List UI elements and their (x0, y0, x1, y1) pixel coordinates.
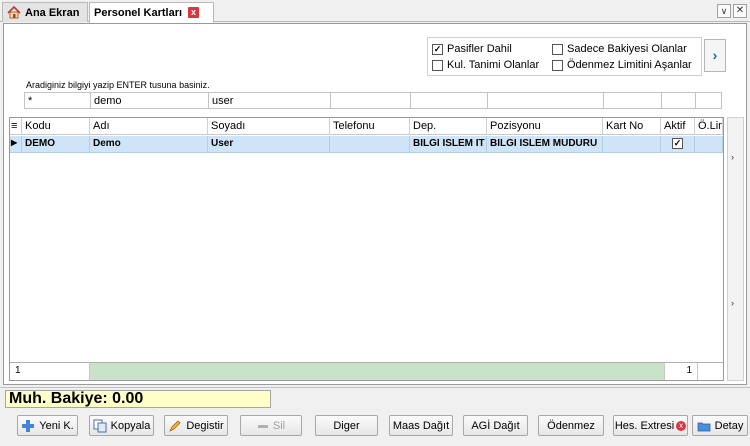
checkbox[interactable] (552, 43, 563, 55)
cell-kodu[interactable]: DEMO (22, 136, 90, 153)
cell-kart-no[interactable] (603, 136, 661, 153)
table-row[interactable]: ▶ DEMO Demo User BILGI ISLEM IT BILGI IS… (10, 136, 723, 153)
filter-kodu[interactable]: * (24, 92, 90, 109)
button-label: Degistir (186, 419, 224, 432)
button-label: Diger (333, 419, 360, 432)
column-header-pozisyonu[interactable]: Pozisyonu (487, 118, 603, 135)
button-label: Yeni K. (39, 419, 74, 432)
filter-soyadi[interactable]: user (208, 92, 330, 109)
tab-label: Ana Ekran (25, 6, 80, 19)
cell-olim[interactable] (695, 136, 723, 153)
checkbox[interactable]: ✓ (672, 138, 683, 149)
cell-soyadi[interactable]: User (208, 136, 330, 153)
button-label: AGİ Dağıt (471, 419, 520, 432)
checkbox-label: Sadece Bakiyesi Olanlar (567, 43, 687, 55)
checkbox[interactable] (432, 59, 443, 71)
cell-adi[interactable]: Demo (90, 136, 208, 153)
checkbox-label: Kul. Tanimi Olanlar (447, 59, 540, 71)
filter-row: * demo user (24, 92, 722, 109)
options-box: ✓ Pasifler Dahil Sadece Bakiyesi Olanlar… (427, 37, 702, 76)
vertical-scrollbar[interactable]: › › (727, 117, 744, 381)
button-label: Ödenmez (547, 419, 595, 432)
column-header-soyadi[interactable]: Soyadı (208, 118, 330, 135)
filter-dep[interactable] (410, 92, 487, 109)
filter-aktif[interactable] (661, 92, 695, 109)
filter-kart-no[interactable] (603, 92, 661, 109)
column-header-dep[interactable]: Dep. (410, 118, 487, 135)
footer-summary-bar (90, 363, 665, 380)
button-label: Kopyala (110, 419, 151, 432)
folder-icon (697, 419, 711, 433)
agi-distribute-button[interactable]: AGİ Dağıt (463, 415, 528, 436)
checkbox-sadece-bakiyesi[interactable]: Sadece Bakiyesi Olanlar (552, 43, 687, 55)
plus-icon (21, 419, 35, 433)
checkbox[interactable]: ✓ (432, 43, 443, 55)
column-header-adi[interactable]: Adı (90, 118, 208, 135)
button-label: Detay (714, 419, 744, 432)
filter-telefonu[interactable] (330, 92, 410, 109)
grid-footer: 1 1 (10, 362, 723, 380)
footer-count-right: 1 (665, 363, 698, 380)
copy-icon (93, 419, 107, 433)
column-menu-icon[interactable]: ≡ (10, 118, 22, 135)
minus-icon (257, 419, 269, 433)
checkbox-odenmez-limit[interactable]: Ödenmez Limitini Aşanlar (552, 59, 692, 71)
cell-aktif[interactable]: ✓ (661, 136, 695, 153)
tab-ana-ekran[interactable]: Ana Ekran (2, 2, 88, 22)
column-header-olim[interactable]: Ö.Lim (695, 118, 723, 135)
footer-count: 1 (10, 363, 90, 380)
column-header-kodu[interactable]: Kodu (22, 118, 90, 135)
cell-dep[interactable]: BILGI ISLEM IT (410, 136, 487, 153)
grid-header: ≡ Kodu Adı Soyadı Telefonu Dep. Pozisyon… (10, 118, 723, 135)
chevron-down-icon[interactable]: ∨ (717, 4, 731, 18)
column-header-telefonu[interactable]: Telefonu (330, 118, 410, 135)
column-header-kart-no[interactable]: Kart No (603, 118, 661, 135)
unpaid-button[interactable]: Ödenmez (538, 415, 604, 436)
button-label: Maas Dağıt (392, 419, 450, 432)
copy-button[interactable]: Kopyala (89, 415, 154, 436)
divider (0, 387, 750, 388)
close-icon[interactable]: x (188, 7, 200, 18)
chevron-right-icon[interactable]: › (731, 152, 734, 162)
button-label: Hes. Extresi (614, 419, 675, 432)
column-header-aktif[interactable]: Aktif (661, 118, 695, 135)
balance-display: Muh. Bakiye: 0.00 (5, 390, 271, 408)
tab-label: Personel Kartları (94, 6, 183, 19)
edit-button[interactable]: Degistir (164, 415, 228, 436)
delete-button[interactable]: Sil (240, 415, 302, 436)
salary-distribute-button[interactable]: Maas Dağıt (389, 415, 453, 436)
checkbox[interactable] (552, 59, 563, 71)
row-indicator-icon: ▶ (10, 136, 22, 153)
close-icon[interactable]: ✕ (733, 4, 747, 18)
cell-telefonu[interactable] (330, 136, 410, 153)
checkbox-kul-tanimi[interactable]: Kul. Tanimi Olanlar (432, 59, 539, 71)
checkbox-label: Ödenmez Limitini Aşanlar (567, 59, 692, 71)
cell-pozisyonu[interactable]: BILGI ISLEM MUDURU (487, 136, 603, 153)
chevron-right-icon[interactable]: › (704, 39, 726, 72)
tab-bar: Ana Ekran Personel Kartları x ∨ ✕ (0, 0, 750, 23)
filter-pozisyonu[interactable] (487, 92, 603, 109)
home-icon (7, 5, 21, 19)
checkbox-label: Pasifler Dahil (447, 43, 512, 55)
new-button[interactable]: Yeni K. (17, 415, 78, 436)
filter-olim[interactable] (695, 92, 722, 109)
close-icon: x (676, 420, 687, 431)
edit-icon (168, 419, 182, 433)
filter-adi[interactable]: demo (90, 92, 208, 109)
button-label: Sil (272, 419, 286, 432)
personnel-grid: ≡ Kodu Adı Soyadı Telefonu Dep. Pozisyon… (9, 117, 724, 381)
other-button[interactable]: Diger (315, 415, 378, 436)
tab-personel-kartlari[interactable]: Personel Kartları x (89, 2, 214, 23)
main-panel: ✓ Pasifler Dahil Sadece Bakiyesi Olanlar… (3, 23, 747, 385)
search-hint: Aradiginiz bilgiyi yazip ENTER tusuna ba… (26, 80, 210, 90)
chevron-right-icon[interactable]: › (731, 298, 734, 308)
account-statement-button[interactable]: Hes. Extresi x (613, 415, 688, 436)
detail-button[interactable]: Detay (692, 415, 748, 436)
checkbox-pasifler-dahil[interactable]: ✓ Pasifler Dahil (432, 43, 512, 55)
